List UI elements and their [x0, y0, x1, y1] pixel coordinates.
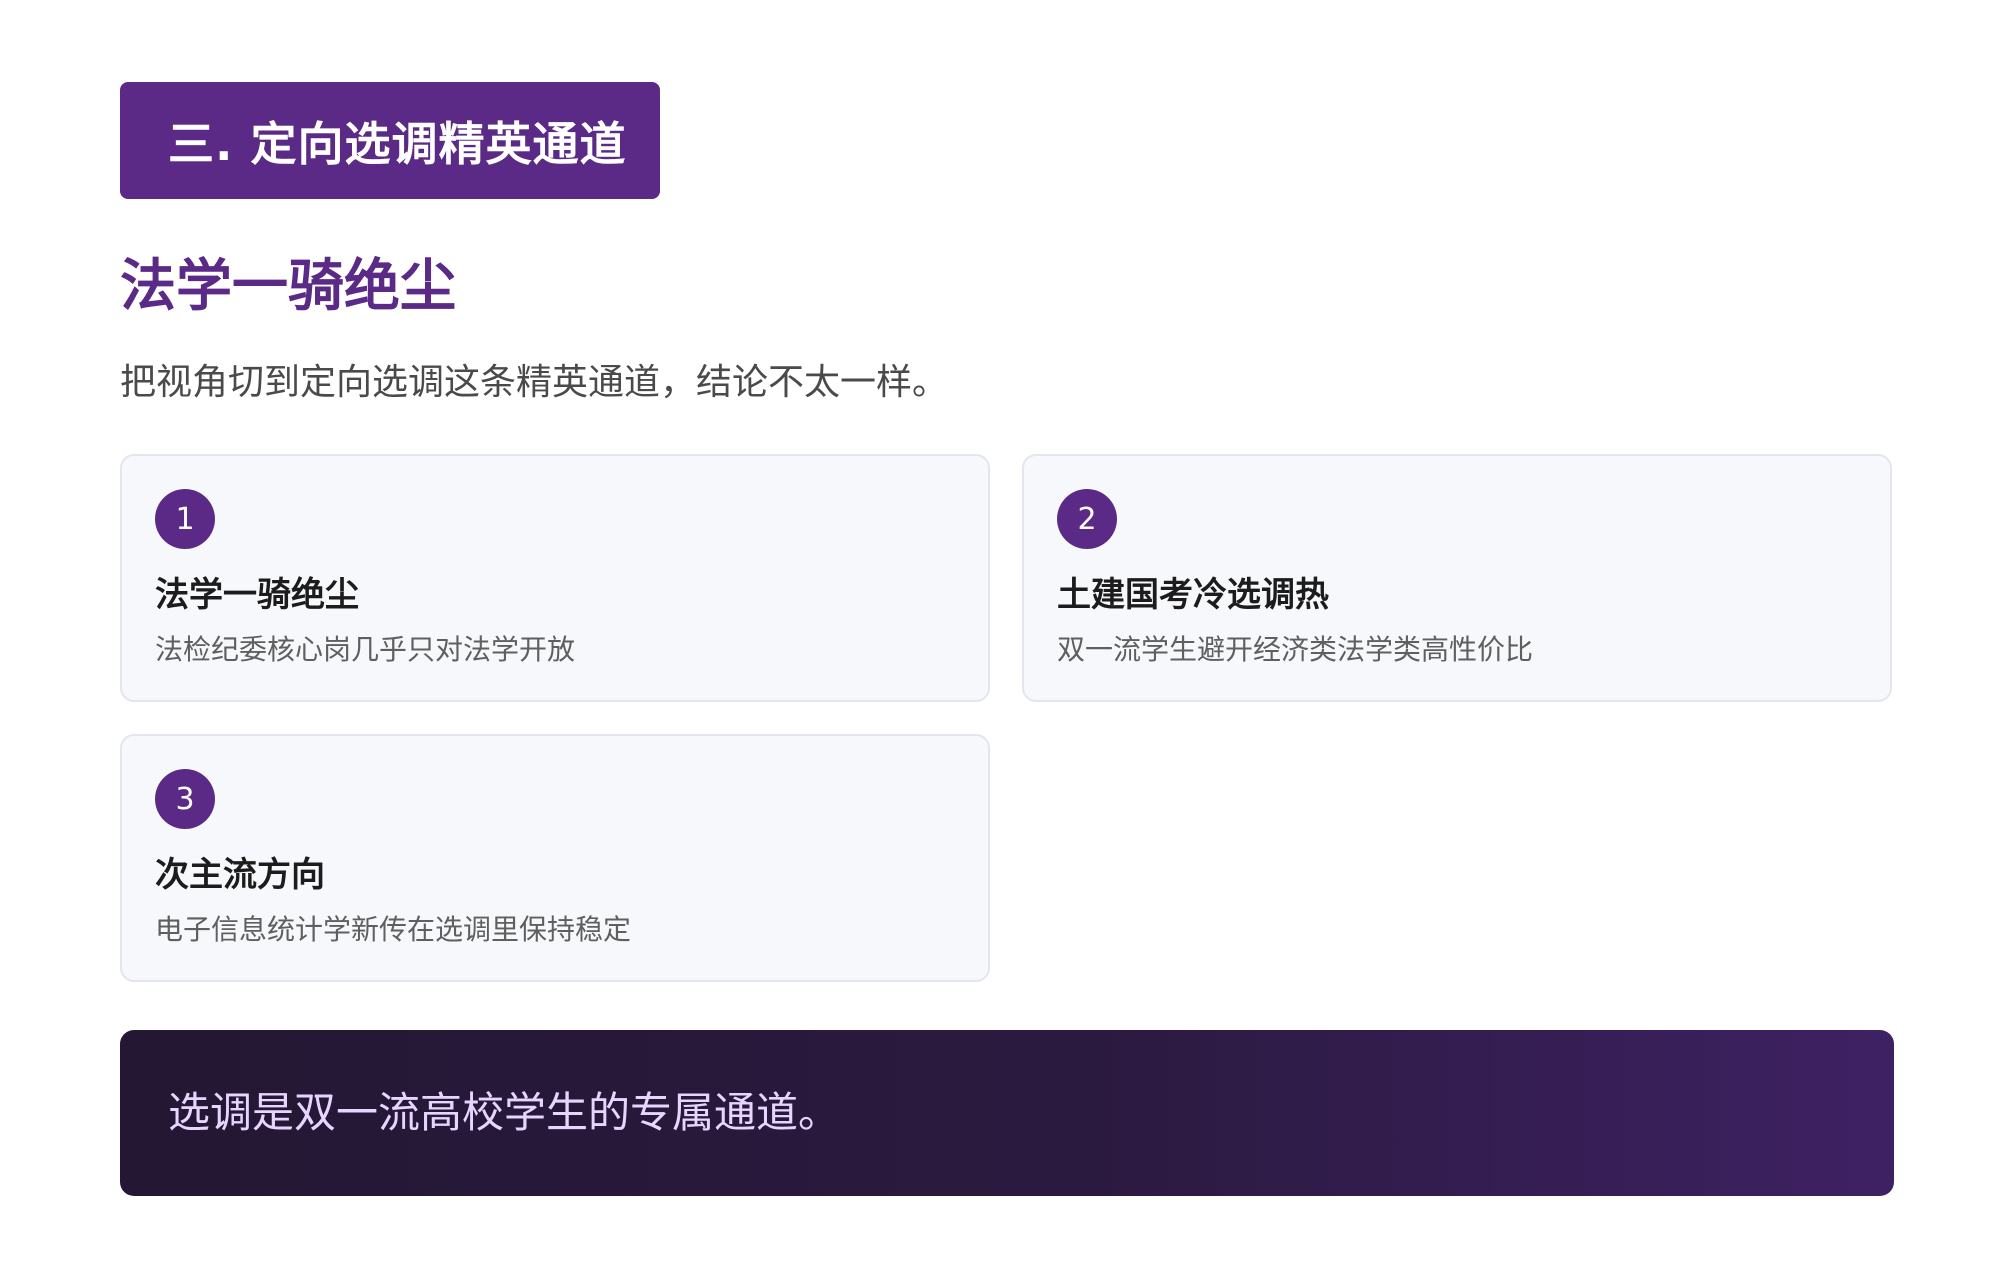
number-badge: 2 — [1057, 489, 1117, 549]
section-tag: 三. 定向选调精英通道 — [120, 82, 660, 199]
point-card: 1 法学一骑绝尘 法检纪委核心岗几乎只对法学开放 — [120, 454, 990, 702]
card-description: 电子信息统计学新传在选调里保持稳定 — [155, 913, 632, 946]
card-title: 法学一骑绝尘 — [155, 575, 359, 615]
banner-text: 选调是双一流高校学生的专属通道。 — [168, 1088, 841, 1137]
number-badge: 1 — [155, 489, 215, 549]
point-card: 3 次主流方向 电子信息统计学新传在选调里保持稳定 — [120, 734, 990, 982]
card-description: 双一流学生避开经济类法学类高性价比 — [1057, 633, 1534, 666]
point-card: 2 土建国考冷选调热 双一流学生避开经济类法学类高性价比 — [1022, 454, 1892, 702]
card-title: 土建国考冷选调热 — [1057, 575, 1329, 615]
conclusion-banner: 选调是双一流高校学生的专属通道。 — [120, 1030, 1894, 1196]
card-title: 次主流方向 — [155, 855, 325, 895]
page-subtitle: 把视角切到定向选调这条精英通道，结论不太一样。 — [120, 362, 949, 403]
card-description: 法检纪委核心岗几乎只对法学开放 — [155, 633, 576, 666]
page-heading: 法学一骑绝尘 — [120, 254, 456, 319]
number-badge: 3 — [155, 769, 215, 829]
